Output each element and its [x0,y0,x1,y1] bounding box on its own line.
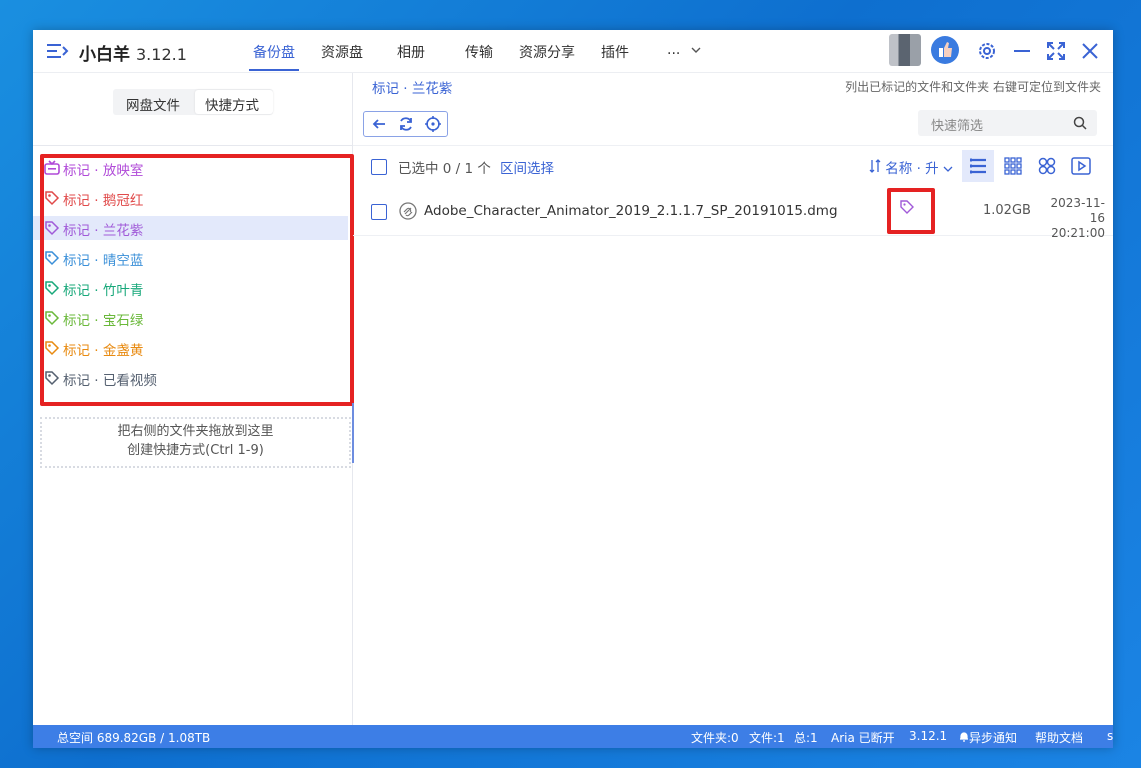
file-row[interactable]: Adobe_Character_Animator_2019_2.1.1.7_SP… [353,185,1113,240]
sort-icon [869,159,881,173]
status-help[interactable]: 帮助文档 [1035,729,1083,746]
status-aria[interactable]: Aria 已断开 [831,729,895,746]
sort-dropdown[interactable]: 名称 · 升 [869,157,953,177]
list-view-icon [970,158,986,174]
grid-large-view-button[interactable] [1031,150,1063,182]
toolbar-divider [353,145,1113,146]
sort-label: 名称 · 升 [885,161,939,177]
file-size: 1.02GB [983,203,1031,218]
grid-large-icon [1038,157,1056,175]
status-extra: s [1107,729,1114,743]
bell-icon [960,732,968,742]
close-icon[interactable] [1079,40,1101,62]
page-hint: 列出已标记的文件和文件夹 右键可定位到文件夹 [845,80,1101,94]
status-files: 文件:1 [749,731,785,745]
search-placeholder: 快速筛选 [931,119,984,134]
status-total: 总:1 [794,731,818,745]
search-icon[interactable] [1073,116,1087,130]
selection-count: 已选中 0 / 1 个 [398,161,491,177]
breadcrumb[interactable]: 标记 · 兰花紫 [372,77,452,97]
tab-backup-drive[interactable]: 备份盘 [249,42,299,71]
status-folders: 文件夹:0 [691,731,739,745]
highlight-box-shortcuts [40,154,354,406]
file-name[interactable]: Adobe_Character_Animator_2019_2.1.1.7_SP… [424,203,838,219]
video-view-button[interactable] [1065,150,1097,182]
back-arrow-icon[interactable] [370,115,388,133]
file-date-time: 20:21:00 [1051,226,1105,240]
nav-button-group [363,111,448,137]
app-window: 小白羊 3.12.1 备份盘 资源盘 相册 传输 资源分享 插件 ... 网盘文… [33,30,1113,748]
row-checkbox[interactable] [371,204,387,220]
app-name: 小白羊 [79,45,130,65]
drop-zone-line2: 创建快捷方式(Ctrl 1-9) [127,443,264,458]
tab-more[interactable]: ... [667,42,701,58]
left-panel: 网盘文件 快捷方式 标记 · 放映室 标记 · 鹅冠红 标记 · 兰花紫 标记 … [33,73,354,725]
status-notify-label: 异步通知 [969,731,1018,745]
grid-small-icon [1004,157,1022,175]
maximize-icon[interactable] [1045,40,1067,62]
tab-more-label: ... [667,42,681,58]
locate-icon[interactable] [424,115,442,133]
select-all-checkbox[interactable] [371,159,387,175]
range-select-link[interactable]: 区间选择 [500,157,554,177]
thumb-up-icon [939,42,952,57]
drop-zone-line1: 把右侧的文件夹拖放到这里 [117,424,274,439]
grid-small-view-button[interactable] [997,150,1029,182]
shortcut-drop-zone[interactable]: 把右侧的文件夹拖放到这里 创建快捷方式(Ctrl 1-9) [40,417,351,468]
tab-plugins[interactable]: 插件 [601,42,629,62]
tag-icon[interactable] [887,188,927,226]
app-version: 3.12.1 [136,45,187,64]
tab-resource-share[interactable]: 资源分享 [519,42,575,62]
status-version: 3.12.1 [909,729,948,743]
tab-album[interactable]: 相册 [397,42,425,62]
segment-drive-files[interactable]: 网盘文件 [126,94,180,114]
tab-transfer[interactable]: 传输 [465,42,493,62]
status-notify[interactable]: 异步通知 [959,729,1017,746]
settings-gear-icon[interactable] [976,40,998,62]
segment-shortcuts[interactable]: 快捷方式 [205,94,259,114]
user-avatar-blurred[interactable] [889,34,921,66]
file-link-icon [399,202,417,220]
highlight-box-tag [887,188,935,234]
chevron-down-icon [943,166,953,172]
file-date: 2023-11-16 20:21:00 [1043,196,1105,241]
minimize-icon[interactable] [1011,40,1033,62]
vip-avatar[interactable] [931,36,959,64]
refresh-icon[interactable] [397,115,415,133]
title-bar: 小白羊 3.12.1 备份盘 资源盘 相册 传输 资源分享 插件 ... [33,30,1113,72]
quick-filter-input[interactable]: 快速筛选 [918,110,1097,136]
status-total-space: 总空间 689.82GB / 1.08TB [57,731,211,745]
app-title: 小白羊 3.12.1 [79,40,187,65]
segment-divider [33,145,352,146]
play-icon [1071,157,1091,175]
list-view-button[interactable] [962,150,994,182]
status-bar: 总空间 689.82GB / 1.08TB 文件夹:0 文件:1 总:1 Ari… [33,725,1113,748]
tab-resource-drive[interactable]: 资源盘 [321,42,363,62]
chevron-down-icon [691,47,701,53]
file-date-day: 2023-11-16 [1050,196,1105,225]
panel-resize-handle[interactable] [352,403,354,463]
menu-icon[interactable] [47,42,69,60]
